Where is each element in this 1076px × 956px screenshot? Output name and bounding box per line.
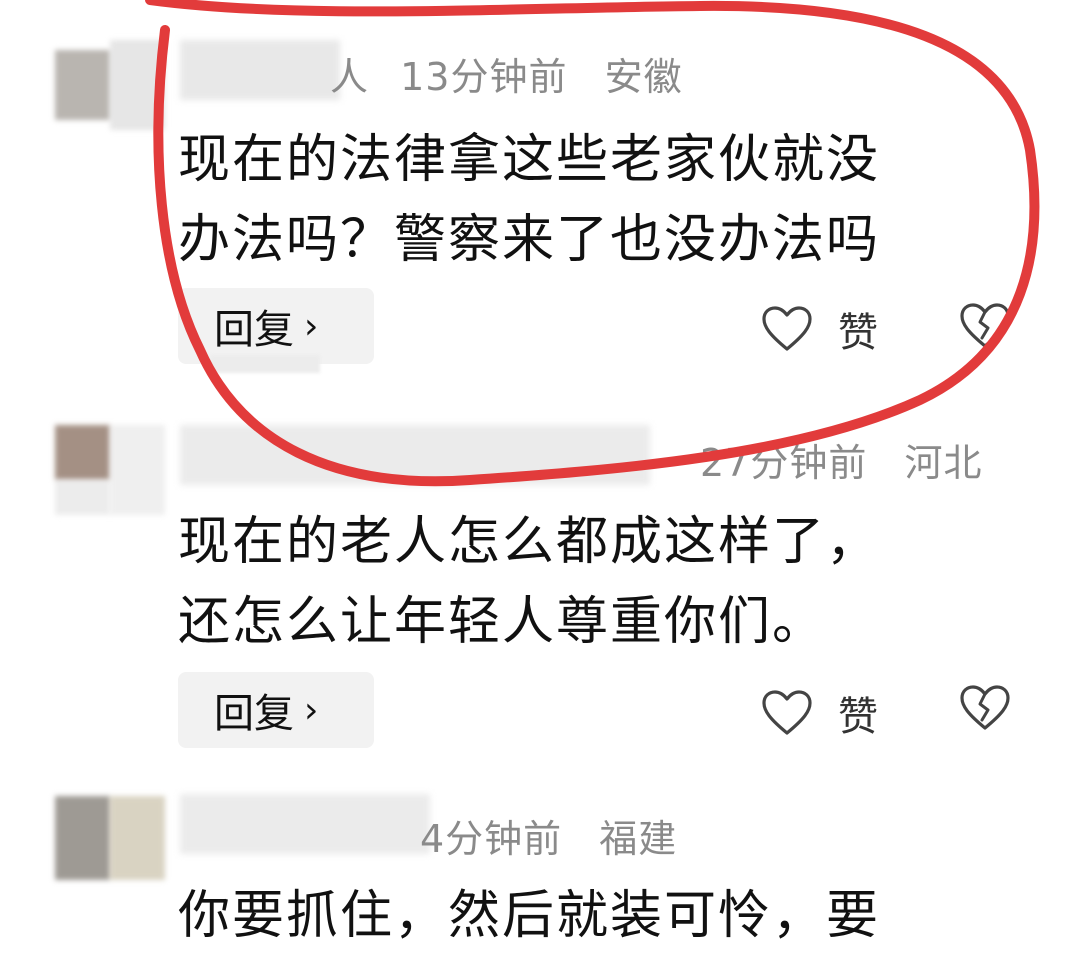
dislike-button[interactable] — [958, 684, 1012, 736]
comment-item: 4分钟前 福建 你要抓住，然后就装可怜，要 — [0, 780, 1076, 956]
comment-text-line: 办法吗？警察来了也没办法吗 — [178, 210, 881, 270]
comment-text-line: 还怎么让年轻人尊重你们。 — [178, 592, 827, 652]
like-label: 赞 — [838, 694, 878, 740]
comment-text-line: 你要抓住，然后就装可怜，要 — [178, 886, 881, 946]
avatar[interactable] — [55, 796, 165, 886]
comment-text-line: 现在的法律拿这些老家伙就没 — [178, 130, 881, 190]
comment-location: 福建 — [599, 817, 678, 861]
like-button[interactable]: 赞 — [760, 300, 878, 358]
comment-time: 13分钟前 — [400, 55, 568, 99]
comment-text: 你要抓住，然后就装可怜，要 — [178, 876, 1018, 956]
username-blurred[interactable] — [180, 40, 340, 100]
reply-label: 回复 — [214, 691, 294, 737]
reply-button[interactable]: 回复 › — [178, 672, 374, 748]
like-button[interactable]: 赞 — [760, 684, 878, 742]
username-blurred[interactable] — [180, 425, 650, 485]
comment-meta: 27分钟前 河北 — [700, 432, 982, 487]
comment-meta: 4分钟前 福建 — [420, 808, 677, 863]
comment-location: 河北 — [904, 441, 983, 485]
like-label: 赞 — [838, 310, 878, 356]
comment-text: 现在的老人怎么都成这样了， 还怎么让年轻人尊重你们。 — [178, 502, 1018, 662]
comment-time: 4分钟前 — [420, 817, 563, 861]
meta-prefix: 人 — [330, 55, 370, 99]
comment-meta: 人 13分钟前 安徽 — [330, 46, 683, 101]
dislike-button[interactable] — [958, 302, 1012, 354]
broken-heart-icon — [960, 685, 1010, 730]
comment-item: 27分钟前 河北 现在的老人怎么都成这样了， 还怎么让年轻人尊重你们。 回复 ›… — [0, 400, 1076, 780]
username-blurred[interactable] — [180, 794, 430, 854]
chevron-right-icon: › — [304, 689, 319, 731]
avatar[interactable] — [55, 40, 165, 130]
reply-button[interactable]: 回复 › — [178, 288, 374, 364]
comment-time: 27分钟前 — [700, 441, 868, 485]
reply-label: 回复 — [214, 307, 294, 353]
chevron-right-icon: › — [304, 305, 319, 347]
comment-text-line: 现在的老人怎么都成这样了， — [178, 512, 881, 572]
comment-location: 安徽 — [604, 55, 683, 99]
blurred-strip — [210, 355, 320, 373]
comment-item: 人 13分钟前 安徽 现在的法律拿这些老家伙就没 办法吗？警察来了也没办法吗 回… — [0, 0, 1076, 400]
avatar[interactable] — [55, 425, 165, 515]
comment-text: 现在的法律拿这些老家伙就没 办法吗？警察来了也没办法吗 — [178, 120, 1018, 280]
broken-heart-icon — [960, 303, 1010, 348]
heart-outline-icon — [762, 306, 812, 351]
heart-outline-icon — [762, 690, 812, 735]
